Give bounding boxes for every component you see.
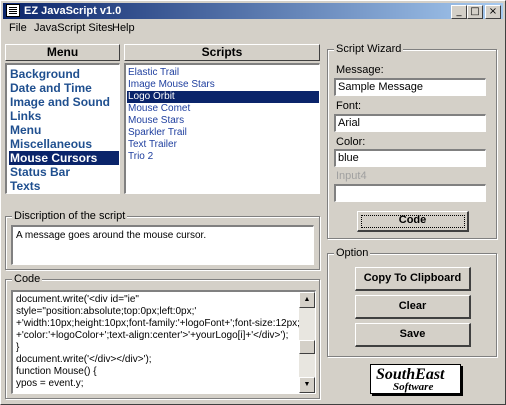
menu-item-mouse-cursors[interactable]: Mouse Cursors: [9, 151, 119, 165]
script-item-mouse-stars[interactable]: Mouse Stars: [127, 115, 319, 127]
message-field[interactable]: Sample Message: [334, 78, 486, 96]
app-icon: [6, 4, 20, 17]
code-line: document.write('</div></div>');: [16, 354, 152, 365]
description-legend: Discription of the script: [12, 209, 128, 223]
script-item-logo-orbit[interactable]: Logo Orbit: [127, 91, 319, 103]
logo-line2: Software: [393, 381, 434, 393]
clear-button[interactable]: Clear: [355, 295, 471, 319]
menu-item-status-bar[interactable]: Status Bar: [9, 165, 119, 179]
scripts-list[interactable]: Elastic Trail Image Mouse Stars Logo Orb…: [124, 63, 320, 194]
script-item-mouse-comet[interactable]: Mouse Comet: [127, 103, 319, 115]
option-group: Option Copy To Clipboard Clear Save: [327, 246, 497, 357]
code-line: document.write('<div id="ie": [16, 294, 139, 305]
scroll-up-button[interactable]: ▲: [299, 292, 315, 308]
description-group: Discription of the script A message goes…: [5, 209, 320, 270]
script-item-image-mouse-stars[interactable]: Image Mouse Stars: [127, 79, 319, 91]
copy-to-clipboard-button[interactable]: Copy To Clipboard: [355, 267, 471, 291]
menu-item-menu[interactable]: Menu: [9, 123, 119, 137]
scroll-thumb[interactable]: [299, 340, 315, 354]
menu-javascript-sites[interactable]: JavaScript Sites: [34, 22, 113, 34]
close-button[interactable]: ×: [485, 5, 501, 19]
color-field[interactable]: blue: [334, 149, 486, 167]
menu-file[interactable]: File: [9, 22, 27, 34]
font-field[interactable]: Arial: [334, 114, 486, 132]
scroll-down-button[interactable]: ▼: [299, 377, 315, 393]
code-line: style="position:absolute;top:0px;left:0p…: [16, 306, 197, 317]
menu-bar: File JavaScript Sites Help: [3, 20, 503, 37]
font-label: Font:: [336, 100, 362, 112]
code-legend: Code: [12, 272, 43, 286]
script-wizard-legend: Script Wizard: [334, 42, 404, 56]
code-text: document.write('<div id="ie" style="posit…: [16, 294, 302, 390]
script-item-elastic-trail[interactable]: Elastic Trail: [127, 67, 319, 79]
scripts-list-header: Scripts: [124, 44, 320, 61]
description-text: A message goes around the mouse cursor.: [16, 230, 207, 241]
menu-list-header: Menu: [5, 44, 120, 61]
code-scrollbar[interactable]: ▲ ▼: [299, 292, 315, 393]
menu-help[interactable]: Help: [112, 22, 135, 34]
menu-list[interactable]: Background Date and Time Image and Sound…: [5, 63, 120, 194]
option-legend: Option: [334, 246, 371, 260]
code-line: }: [16, 342, 20, 353]
input4-field[interactable]: [334, 184, 486, 202]
code-line: +'width:10px;height:10px;font-family:'+l…: [16, 318, 302, 329]
app-window: EZ JavaScript v1.0 _ □ × File JavaScript…: [0, 0, 506, 405]
script-item-trio-2[interactable]: Trio 2: [127, 151, 319, 163]
script-item-text-trailer[interactable]: Text Trailer: [127, 139, 319, 151]
code-textarea[interactable]: document.write('<div id="ie" style="posit…: [11, 290, 316, 394]
window-title: EZ JavaScript v1.0: [24, 5, 122, 17]
menu-item-background[interactable]: Background: [9, 67, 119, 81]
description-box: A message goes around the mouse cursor.: [11, 225, 314, 265]
save-button[interactable]: Save: [355, 323, 471, 347]
code-group: Code document.write('<div id="ie" style="…: [5, 272, 320, 399]
title-bar[interactable]: EZ JavaScript v1.0 _ □ ×: [3, 3, 503, 19]
maximize-button[interactable]: □: [467, 5, 483, 19]
menu-item-image-and-sound[interactable]: Image and Sound: [9, 95, 119, 109]
menu-item-texts[interactable]: Texts: [9, 179, 119, 193]
menu-item-miscellaneous[interactable]: Miscellaneous: [9, 137, 119, 151]
code-line: +'color:'+logoColor+';text-align:center'…: [16, 330, 289, 341]
color-label: Color:: [336, 136, 366, 148]
minimize-button[interactable]: _: [451, 5, 467, 19]
script-wizard-group: Script Wizard Message: Sample Message Fo…: [327, 42, 497, 239]
menu-item-date-and-time[interactable]: Date and Time: [9, 81, 119, 95]
code-button[interactable]: Code: [357, 211, 469, 232]
code-line: function Mouse() {: [16, 366, 97, 377]
southeast-software-logo: SouthEast Software: [370, 364, 461, 394]
message-label: Message:: [336, 64, 384, 76]
input4-label: Input4: [336, 170, 367, 182]
script-item-sparkler-trail[interactable]: Sparkler Trail: [127, 127, 319, 139]
code-line: ypos = event.y;: [16, 378, 84, 389]
menu-item-links[interactable]: Links: [9, 109, 119, 123]
